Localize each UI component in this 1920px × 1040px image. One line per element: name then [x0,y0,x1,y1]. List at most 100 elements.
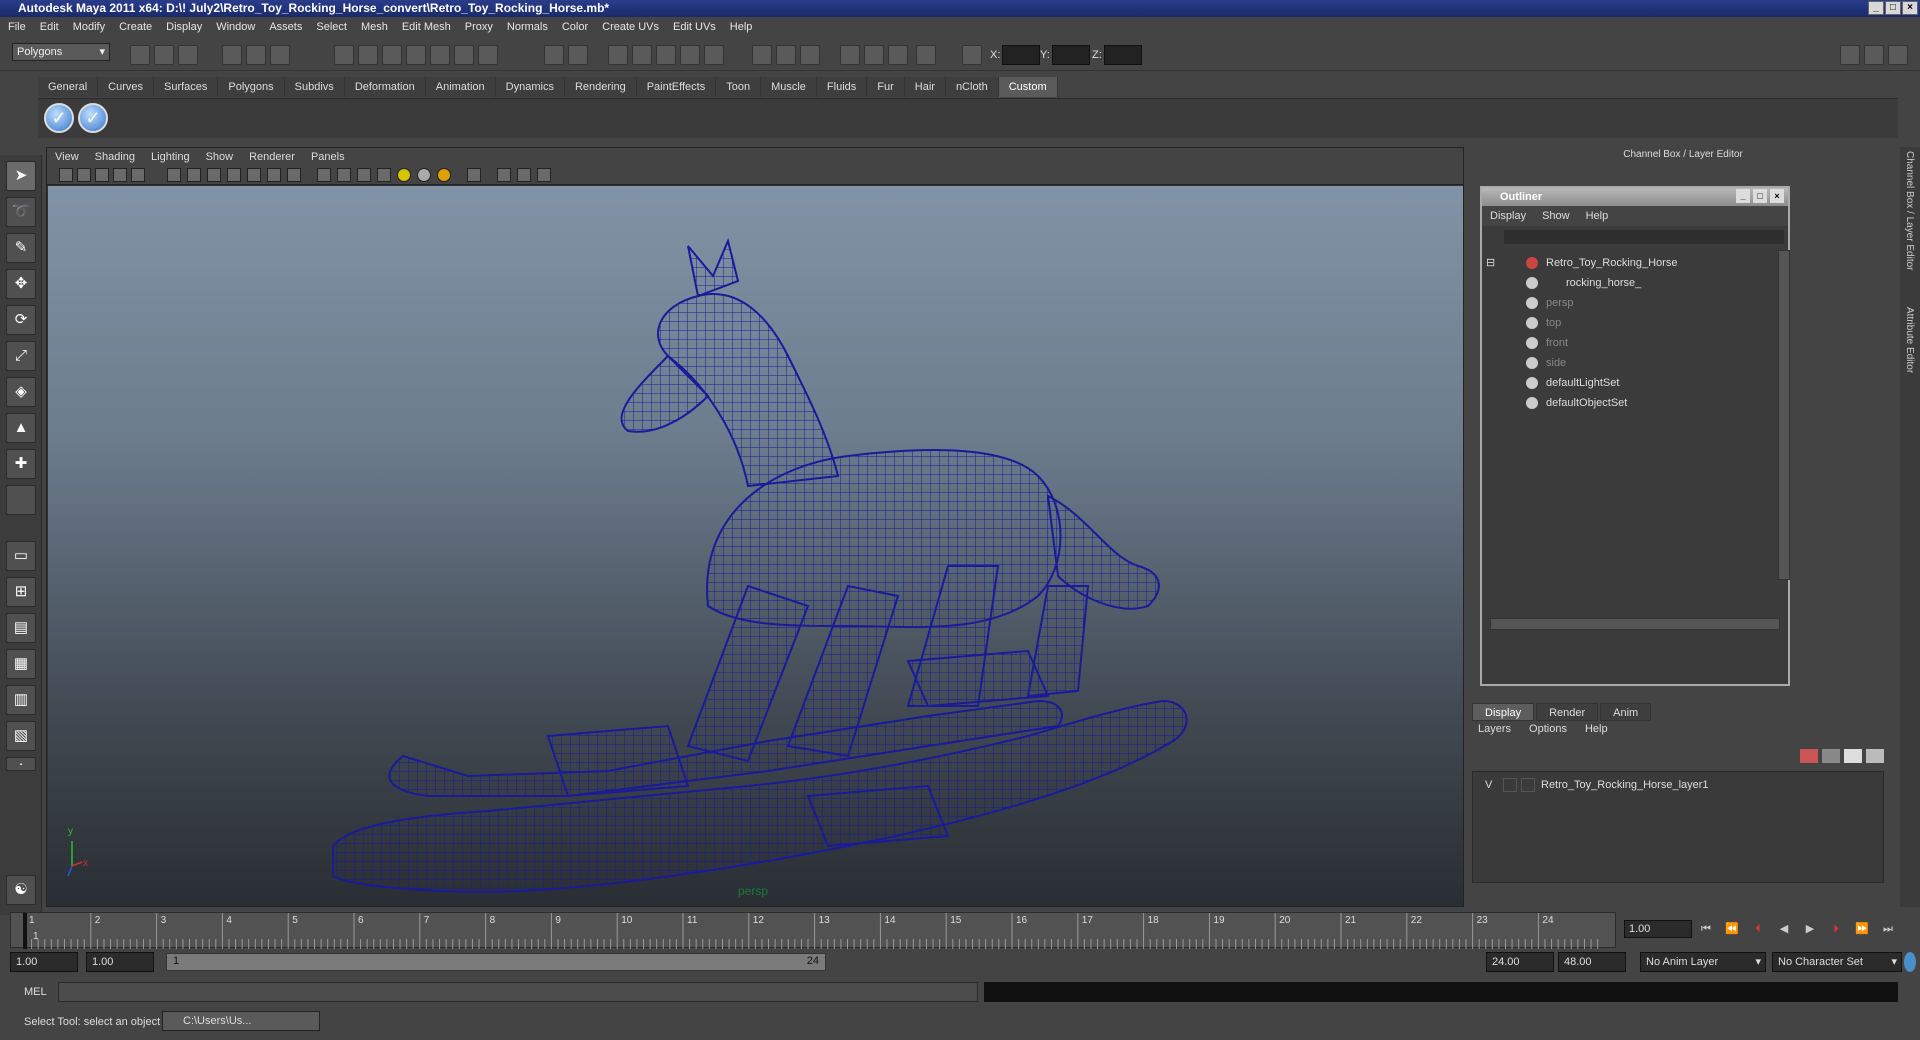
lasso-tool-icon[interactable]: ➰ [6,197,36,227]
xray-joints-icon[interactable] [357,168,371,182]
last-tool-icon[interactable] [6,485,36,515]
character-set-selector[interactable]: No Character Set ▾ [1772,952,1902,972]
universal-manipulator-icon[interactable]: ◈ [6,377,36,407]
shelf-tab-surfaces[interactable]: Surfaces [153,77,219,97]
outliner-collapse-toggle[interactable]: ⊟ [1486,254,1495,272]
move-layer-up-icon[interactable] [1800,749,1818,763]
viewport-canvas[interactable]: y x persp [48,186,1463,906]
render-settings-icon[interactable] [800,45,820,65]
shelf-tab-dynamics[interactable]: Dynamics [495,77,565,97]
show-manipulator-icon[interactable]: ✚ [6,449,36,479]
snap-view-plane-icon[interactable] [406,45,426,65]
step-back-key-icon[interactable]: ⏪ [1722,920,1742,938]
viewport-menu-lighting[interactable]: Lighting [151,151,190,163]
list-item[interactable]: front [1526,334,1568,352]
magnet-curve-icon[interactable] [632,45,652,65]
layer-color-swatch[interactable] [1521,778,1535,792]
shelf-tab-subdivs[interactable]: Subdivs [284,77,345,97]
magnet-point-icon[interactable] [656,45,676,65]
viewport-menu-renderer[interactable]: Renderer [249,151,295,163]
field-chart-icon[interactable] [517,168,531,182]
range-slider[interactable]: 1 24 [166,953,826,971]
lock-icon[interactable] [544,45,564,65]
menu-help[interactable]: Help [730,21,753,33]
animation-start-field[interactable]: 1.00 [10,952,78,972]
shelf-tab-deformation[interactable]: Deformation [344,77,426,97]
help-icon[interactable] [478,45,498,65]
menu-assets[interactable]: Assets [269,21,302,33]
menu-modify[interactable]: Modify [73,21,105,33]
safe-action-icon[interactable] [537,168,551,182]
make-live-icon[interactable] [430,45,450,65]
outliner-menu-help[interactable]: Help [1586,210,1609,222]
scale-tool-icon[interactable]: ⤢ [6,341,36,371]
go-to-start-icon[interactable]: ⏮ [1696,920,1716,938]
soft-modification-icon[interactable]: ▲ [6,413,36,443]
camera-attributes-icon[interactable] [77,168,91,182]
render-layer-icon[interactable] [888,45,908,65]
close-icon[interactable]: × [1902,1,1918,15]
y-field[interactable] [1052,45,1090,65]
minimized-window-item[interactable]: C:\Users\Us... [162,1011,320,1031]
channel-box-toggle-icon[interactable] [1888,45,1908,65]
smooth-shade-icon[interactable] [207,168,221,182]
resolution-gate-icon[interactable] [467,168,481,182]
snap-point-icon[interactable] [382,45,402,65]
mode-selector[interactable]: Polygons ▾ [12,43,110,61]
viewport-menu-show[interactable]: Show [206,151,234,163]
shelf-tab-muscle[interactable]: Muscle [761,77,817,97]
menu-edit-uvs[interactable]: Edit UVs [673,21,716,33]
wireframe-icon[interactable] [187,168,201,182]
list-item[interactable]: defaultLightSet [1526,374,1619,392]
check-icon[interactable]: ✓ [78,103,108,133]
snap-curve-icon[interactable] [358,45,378,65]
outliner-persp-layout-icon[interactable]: ▤ [6,613,36,643]
menu-proxy[interactable]: Proxy [465,21,493,33]
z-field[interactable] [1104,45,1142,65]
current-frame-field[interactable]: 1.00 [1624,920,1692,938]
shelf-tab-animation[interactable]: Animation [425,77,496,97]
light-orange-icon[interactable] [437,168,451,182]
shelf-tab-fur[interactable]: Fur [867,77,905,97]
outliner-filter-field[interactable] [1504,230,1784,244]
tool-settings-toggle-icon[interactable] [1864,45,1884,65]
move-tool-icon[interactable]: ✥ [6,269,36,299]
four-view-layout-icon[interactable]: ⊞ [6,577,36,607]
layer-menu-options[interactable]: Options [1529,723,1567,735]
viewport-menu-shading[interactable]: Shading [95,151,135,163]
render-view-icon[interactable] [864,45,884,65]
light-gray-icon[interactable] [417,168,431,182]
input-mode-icon[interactable] [916,45,936,65]
open-scene-icon[interactable] [154,45,174,65]
grid-icon[interactable] [167,168,181,182]
menu-window[interactable]: Window [216,21,255,33]
select-highlight-icon[interactable] [568,45,588,65]
history-icon[interactable] [454,45,474,65]
playback-start-field[interactable]: 1.00 [86,952,154,972]
new-scene-icon[interactable] [130,45,150,65]
step-forward-key-icon[interactable]: ⏩ [1852,920,1872,938]
hypershade-icon[interactable] [840,45,860,65]
hypershade-persp-layout-icon[interactable]: ▥ [6,685,36,715]
light-yellow-icon[interactable] [397,168,411,182]
isolate-select-icon[interactable] [317,168,331,182]
shelf-tab-ncloth[interactable]: nCloth [945,77,999,97]
outliner-vertical-scrollbar[interactable] [1778,250,1790,580]
layer-menu-help[interactable]: Help [1585,723,1608,735]
layout-menu-icon[interactable]: · [6,756,36,771]
paint-select-tool-icon[interactable]: ✎ [6,233,36,263]
outliner-horizontal-scrollbar[interactable] [1490,618,1780,630]
menu-display[interactable]: Display [166,21,202,33]
current-time-indicator[interactable] [23,913,27,949]
menu-file[interactable]: File [8,21,26,33]
shelf-tab-hair[interactable]: Hair [904,77,946,97]
persp-graph-layout-icon[interactable]: ▦ [6,649,36,679]
list-item[interactable]: side [1526,354,1566,372]
minimize-icon[interactable]: _ [1736,189,1750,203]
close-icon[interactable]: × [1770,189,1784,203]
lights-icon[interactable] [267,168,281,182]
shelf-tab-general[interactable]: General [38,77,99,97]
go-to-end-icon[interactable]: ⏭ [1878,920,1898,938]
script-icon[interactable]: ☯ [6,875,36,905]
new-layer-icon[interactable] [1844,749,1862,763]
